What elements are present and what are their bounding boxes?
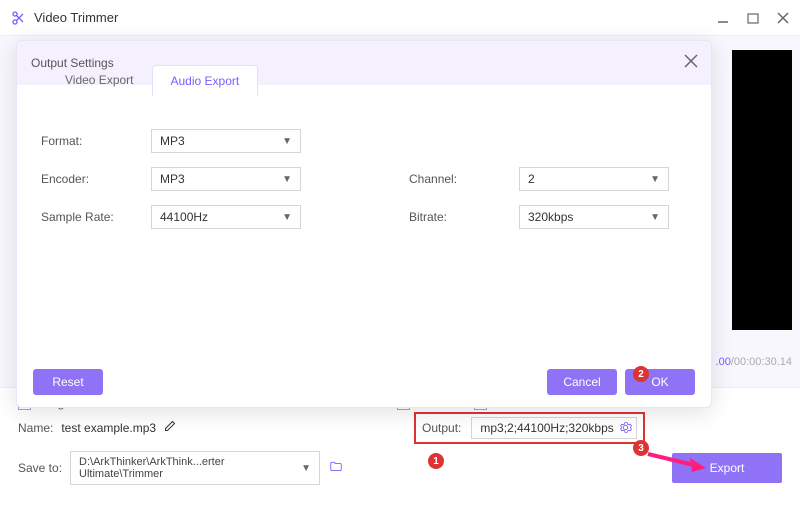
sample-rate-dropdown[interactable]: 44100Hz ▼: [151, 205, 301, 229]
encoder-dropdown[interactable]: MP3 ▼: [151, 167, 301, 191]
format-label: Format:: [41, 134, 151, 148]
output-value-field[interactable]: mp3;2;44100Hz;320kbps: [471, 417, 636, 439]
caret-down-icon: ▼: [282, 212, 292, 223]
edit-name-icon[interactable]: [164, 420, 176, 435]
timecode-total: 00:00:30.14: [734, 356, 792, 368]
encoder-label: Encoder:: [41, 172, 151, 186]
timecode-display: .00/00:00:30.14: [716, 356, 792, 368]
output-settings-modal: Output Settings Video Export Audio Expor…: [16, 40, 712, 408]
caret-down-icon: ▼: [282, 136, 292, 147]
app-logo-icon: [10, 9, 28, 27]
name-value: test example.mp3: [61, 421, 156, 435]
gear-icon[interactable]: [619, 421, 632, 437]
format-dropdown[interactable]: MP3 ▼: [151, 129, 301, 153]
timecode-current: .00: [716, 356, 731, 368]
caret-down-icon: ▼: [650, 212, 660, 223]
title-bar: Video Trimmer: [0, 0, 800, 36]
maximize-button[interactable]: [746, 11, 760, 25]
close-window-button[interactable]: [776, 11, 790, 25]
save-path-dropdown[interactable]: D:\ArkThinker\ArkThink...erter Ultimate\…: [70, 451, 320, 485]
bitrate-dropdown[interactable]: 320kbps ▼: [519, 205, 669, 229]
bitrate-label: Bitrate:: [409, 210, 519, 224]
name-label: Name:: [18, 421, 53, 435]
caret-down-icon: ▼: [301, 463, 311, 474]
annotation-badge-3: 3: [633, 440, 649, 456]
save-to-label: Save to:: [18, 461, 62, 475]
output-settings-box: Output: mp3;2;44100Hz;320kbps: [414, 412, 645, 444]
cancel-button[interactable]: Cancel: [547, 369, 617, 395]
modal-footer: Reset Cancel OK: [17, 369, 711, 395]
export-button[interactable]: Export: [672, 453, 782, 483]
channel-label: Channel:: [409, 172, 519, 186]
minimize-button[interactable]: [716, 11, 730, 25]
open-folder-icon[interactable]: [328, 460, 344, 477]
caret-down-icon: ▼: [650, 174, 660, 185]
channel-dropdown[interactable]: 2 ▼: [519, 167, 669, 191]
caret-down-icon: ▼: [282, 174, 292, 185]
video-preview: [732, 50, 792, 330]
annotation-badge-2: 2: [633, 366, 649, 382]
app-title: Video Trimmer: [34, 10, 716, 25]
annotation-badge-1: 1: [428, 453, 444, 469]
modal-body: Format: MP3 ▼ Encoder: MP3 ▼ Channel: 2 …: [17, 85, 711, 229]
modal-header: Output Settings Video Export Audio Expor…: [17, 41, 711, 85]
reset-button[interactable]: Reset: [33, 369, 103, 395]
output-label: Output:: [422, 421, 461, 435]
close-icon[interactable]: [683, 53, 699, 74]
sample-rate-label: Sample Rate:: [41, 210, 151, 224]
